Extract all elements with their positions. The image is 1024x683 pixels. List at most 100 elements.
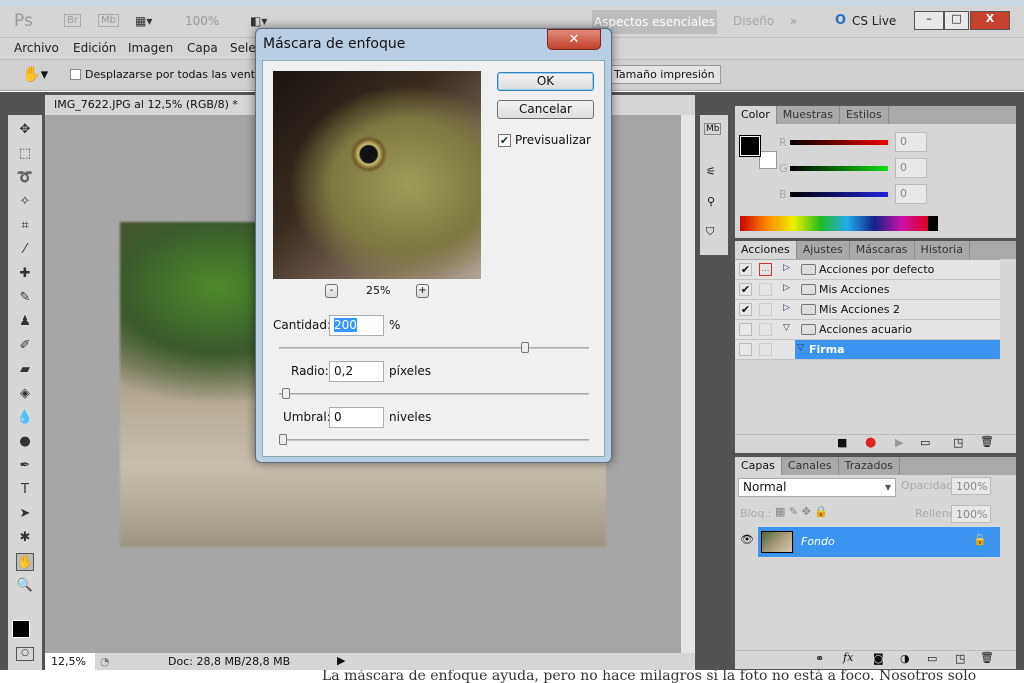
- dialog-toggle-box[interactable]: [759, 323, 772, 336]
- hand-tool-icon[interactable]: ✋▾: [22, 65, 48, 83]
- arrange-documents-icon[interactable]: ◧▾: [250, 14, 267, 28]
- triangle-right-icon[interactable]: ▷: [783, 263, 790, 273]
- tab-muestras[interactable]: Muestras: [777, 106, 841, 124]
- clone-source-icon[interactable]: ⚲: [707, 195, 715, 208]
- r-slider[interactable]: [790, 140, 888, 145]
- menu-archivo[interactable]: Archivo: [14, 41, 59, 55]
- dialog-toggle-box[interactable]: …: [759, 263, 772, 276]
- eyedropper-tool-icon[interactable]: ⁄: [16, 241, 34, 259]
- amount-input[interactable]: 200: [329, 315, 384, 336]
- g-slider[interactable]: [790, 166, 888, 171]
- status-menu-arrow-icon[interactable]: ▶: [337, 654, 345, 667]
- record-icon[interactable]: ●: [865, 435, 876, 450]
- quick-selection-tool-icon[interactable]: ✧: [16, 193, 34, 211]
- move-tool-icon[interactable]: ✥: [16, 121, 34, 139]
- foreground-color-swatch[interactable]: [739, 135, 761, 157]
- minibridge-button[interactable]: Mb: [98, 14, 119, 27]
- minibridge-icon[interactable]: Mb: [704, 123, 722, 135]
- eraser-tool-icon[interactable]: ▰: [16, 361, 34, 379]
- zoom-out-button[interactable]: -: [325, 284, 338, 298]
- action-item[interactable]: ✔ ▷ Mis Acciones: [735, 280, 1000, 300]
- dialog-toggle-box[interactable]: [759, 303, 772, 316]
- triangle-down-icon[interactable]: ▽: [783, 323, 790, 333]
- action-item[interactable]: ▽ Firma: [735, 340, 1000, 360]
- threshold-input[interactable]: 0: [329, 407, 384, 428]
- close-button[interactable]: X: [970, 11, 1010, 30]
- radius-input[interactable]: 0,2: [329, 361, 384, 382]
- type-tool-icon[interactable]: T: [16, 481, 34, 499]
- color-spectrum-ramp[interactable]: [740, 216, 938, 231]
- opacity-field[interactable]: 100%: [951, 477, 991, 495]
- workspace-design[interactable]: Diseño: [733, 14, 774, 28]
- dialog-toggle-box[interactable]: [759, 283, 772, 296]
- minimize-button[interactable]: –: [914, 11, 944, 30]
- more-workspaces[interactable]: »: [790, 14, 797, 28]
- tool-presets-icon[interactable]: ⛉: [706, 225, 714, 239]
- ok-button[interactable]: OK: [497, 72, 594, 91]
- threshold-slider-thumb[interactable]: [279, 434, 287, 445]
- lasso-tool-icon[interactable]: ➰: [16, 169, 34, 187]
- hand-tool-icon[interactable]: ✋: [16, 553, 34, 571]
- action-toggle-checkbox[interactable]: ✔: [739, 263, 752, 276]
- zoom-field[interactable]: 12,5%: [45, 653, 95, 670]
- bridge-button[interactable]: Br: [64, 14, 81, 27]
- menu-imagen[interactable]: Imagen: [128, 41, 173, 55]
- brush-tool-icon[interactable]: ✎: [16, 289, 34, 307]
- crop-tool-icon[interactable]: ⌗: [16, 217, 34, 235]
- tab-acciones[interactable]: Acciones: [735, 241, 797, 259]
- status-options-icon[interactable]: ◔: [100, 655, 110, 668]
- view-extras-icon[interactable]: ▦▾: [135, 14, 152, 28]
- marquee-tool-icon[interactable]: ⬚: [16, 145, 34, 163]
- b-value[interactable]: 0: [895, 184, 927, 204]
- clone-stamp-tool-icon[interactable]: ♟: [16, 313, 34, 331]
- lock-icons[interactable]: ▦ ✎ ✥ 🔒: [775, 505, 828, 518]
- quick-mask-icon[interactable]: ○: [16, 647, 34, 661]
- action-toggle-checkbox[interactable]: ✔: [739, 283, 752, 296]
- maximize-button[interactable]: □: [944, 11, 969, 30]
- tab-canales[interactable]: Canales: [782, 457, 839, 475]
- adjustment-icon[interactable]: ◑: [900, 652, 910, 665]
- delete-icon[interactable]: 🗑: [980, 651, 994, 664]
- tab-historia[interactable]: Historia: [915, 241, 970, 259]
- action-toggle-checkbox[interactable]: [739, 343, 752, 356]
- path-selection-tool-icon[interactable]: ➤: [16, 505, 34, 523]
- background-color-swatch[interactable]: [759, 151, 777, 169]
- radius-slider[interactable]: [279, 388, 589, 399]
- dialog-close-button[interactable]: ✕: [547, 29, 601, 50]
- threshold-slider[interactable]: [279, 434, 589, 445]
- tab-ajustes[interactable]: Ajustes: [797, 241, 850, 259]
- healing-brush-tool-icon[interactable]: ✚: [16, 265, 34, 283]
- zoom-in-button[interactable]: +: [416, 284, 429, 298]
- amount-slider[interactable]: [279, 342, 589, 353]
- cslive-menu[interactable]: CS Live: [852, 14, 896, 28]
- shape-tool-icon[interactable]: ✱: [16, 529, 34, 547]
- tab-capas[interactable]: Capas: [735, 457, 782, 475]
- fill-field[interactable]: 100%: [951, 505, 991, 523]
- scroll-all-checkbox[interactable]: [70, 69, 81, 80]
- group-icon[interactable]: ▭: [927, 652, 937, 665]
- print-size-button[interactable]: Tamaño impresión: [608, 65, 721, 84]
- radius-slider-thumb[interactable]: [282, 388, 291, 399]
- tab-estilos[interactable]: Estilos: [840, 106, 889, 124]
- link-icon[interactable]: ⚭: [815, 652, 824, 665]
- pen-tool-icon[interactable]: ✒: [16, 457, 34, 475]
- tab-mascaras[interactable]: Máscaras: [850, 241, 915, 259]
- r-value[interactable]: 0: [895, 132, 927, 152]
- history-brush-tool-icon[interactable]: ✐: [16, 337, 34, 355]
- dodge-tool-icon[interactable]: ●: [16, 433, 34, 451]
- menu-seleccion[interactable]: Sele: [230, 41, 256, 55]
- preview-checkbox[interactable]: ✔: [498, 134, 511, 147]
- layer-row[interactable]: 👁 Fondo 🔒: [735, 527, 1000, 557]
- menu-edicion[interactable]: Edición: [73, 41, 116, 55]
- preview-image[interactable]: [273, 71, 481, 279]
- play-icon[interactable]: ▶: [895, 436, 903, 449]
- action-item[interactable]: ▽ Acciones acuario: [735, 320, 1000, 340]
- amount-slider-thumb[interactable]: [520, 342, 529, 353]
- delete-icon[interactable]: 🗑: [980, 435, 994, 448]
- tab-trazados[interactable]: Trazados: [839, 457, 900, 475]
- new-layer-icon[interactable]: ◳: [955, 652, 965, 665]
- b-slider[interactable]: [790, 192, 888, 197]
- zoom-level-dropdown[interactable]: 100%: [185, 14, 219, 28]
- zoom-tool-icon[interactable]: 🔍: [16, 577, 34, 595]
- new-action-icon[interactable]: ◳: [953, 436, 963, 449]
